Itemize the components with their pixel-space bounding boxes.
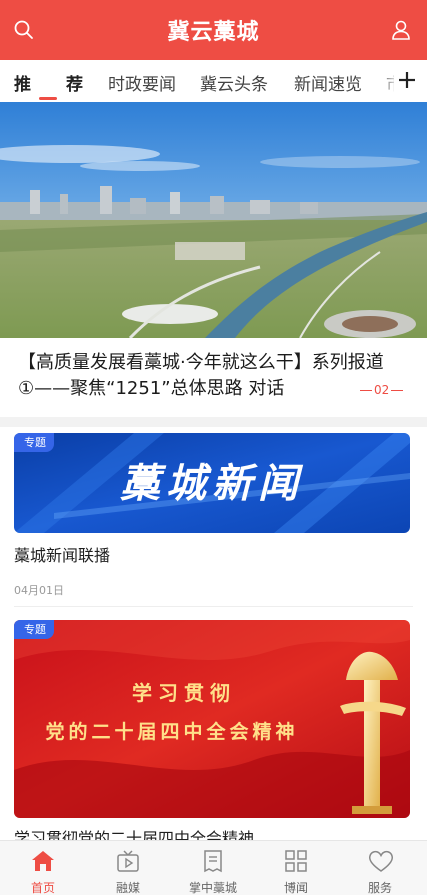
news-card-banner-2[interactable]: 学习贯彻 党的二十届四中全会精神 专题 (14, 620, 410, 818)
tab-shizheng[interactable]: 时政要闻 (108, 70, 176, 95)
card-separator (14, 606, 413, 607)
carousel-page-indicator: 02 (358, 383, 405, 397)
app-header: 冀云藁城 (0, 0, 427, 60)
news-card-title-1[interactable]: 藁城新闻联播 (14, 542, 110, 566)
topic-tag: 专题 (14, 433, 54, 452)
nav-item-bowen[interactable]: 博闻 (261, 841, 331, 895)
user-icon[interactable] (389, 18, 413, 42)
hero-image[interactable] (0, 102, 427, 338)
app-screen: 冀云藁城 推 荐 时政要闻 冀云头条 新闻速览 市 (0, 0, 427, 895)
grid-icon (285, 850, 307, 872)
bottom-navigation: 首页 融媒 掌中藁城 博闻 服务 (0, 840, 427, 895)
newspaper-icon (204, 850, 222, 873)
nav-item-home[interactable]: 首页 (8, 841, 78, 895)
nav-label-rongmei: 融媒 (115, 881, 140, 895)
topic-tag: 专题 (14, 620, 54, 639)
nav-item-rongmei[interactable]: 融媒 (93, 841, 163, 895)
section-divider (0, 417, 427, 427)
channel-tabs: 推 荐 时政要闻 冀云头条 新闻速览 市 (0, 60, 427, 102)
tab-xinwen-sulan[interactable]: 新闻速览 (294, 70, 362, 95)
banner-text-gaocheng-news: 藁城新闻 (120, 461, 304, 507)
tab-tui[interactable]: 推 (14, 70, 31, 95)
active-tab-indicator (39, 97, 57, 100)
nav-item-zhangzhong[interactable]: 掌中藁城 (178, 841, 248, 895)
news-card-date-1: 04月01日 (14, 584, 64, 597)
banner-text-line1: 学习贯彻 (132, 681, 236, 705)
carousel-page-number: 02 (374, 383, 390, 397)
heart-icon (369, 850, 393, 872)
home-icon (32, 851, 54, 871)
tab-jiyun-toutiao[interactable]: 冀云头条 (200, 70, 268, 95)
app-title: 冀云藁城 (167, 20, 260, 45)
news-card-banner-1[interactable]: 藁城新闻 专题 (14, 433, 410, 533)
add-channel-icon[interactable] (395, 68, 419, 92)
tab-jian[interactable]: 荐 (66, 70, 83, 95)
tv-play-icon (117, 850, 139, 872)
nav-item-fuwu[interactable]: 服务 (345, 841, 415, 895)
nav-label-home: 首页 (30, 881, 55, 895)
hero-caption[interactable]: 【高质量发展看藁城·今年就这么干】系列报道①——聚焦“1251”总体思路 对话 (18, 350, 390, 402)
nav-label-zhangzhong: 掌中藁城 (188, 881, 237, 895)
banner-text-line2: 党的二十届四中全会精神 (45, 720, 298, 743)
nav-label-bowen: 博闻 (283, 881, 308, 895)
nav-label-fuwu: 服务 (367, 881, 392, 895)
